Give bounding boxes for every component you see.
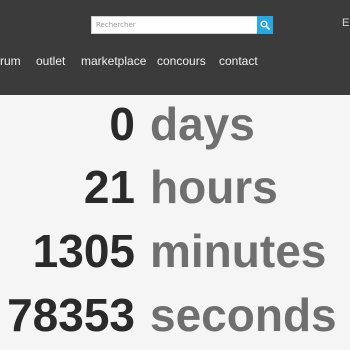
countdown-seconds-unit: seconds (150, 289, 337, 341)
countdown-row-seconds: 78353 seconds (0, 288, 350, 350)
countdown-minutes-value: 1305 (32, 225, 135, 277)
nav-item-contact[interactable]: contact (219, 52, 258, 70)
countdown-hours-unit: hours (150, 161, 278, 213)
countdown: 0 days 21 hours 1305 minutes 78353 secon… (0, 95, 350, 350)
countdown-row-minutes: 1305 minutes (0, 224, 350, 286)
countdown-minutes-unit: minutes (150, 225, 327, 277)
top-bar: E rum outlet marketplace concours contac… (0, 0, 350, 95)
countdown-row-days: 0 days (0, 97, 350, 159)
search-input[interactable] (91, 16, 257, 34)
countdown-days-unit: days (150, 98, 255, 150)
nav-item-concours[interactable]: concours (157, 52, 206, 70)
search-bar (91, 16, 273, 34)
countdown-seconds-value: 78353 (7, 289, 135, 341)
nav-item-marketplace[interactable]: marketplace (81, 52, 146, 70)
main-nav: rum outlet marketplace concours contact (0, 52, 350, 72)
search-icon (260, 18, 270, 33)
header-corner-link[interactable]: E (342, 17, 349, 29)
countdown-row-hours: 21 hours (0, 160, 350, 222)
nav-item-outlet[interactable]: outlet (36, 52, 65, 70)
search-button[interactable] (257, 16, 273, 34)
countdown-days-value: 0 (109, 98, 135, 150)
nav-item-forum[interactable]: rum (0, 52, 21, 70)
countdown-hours-value: 21 (83, 161, 135, 213)
